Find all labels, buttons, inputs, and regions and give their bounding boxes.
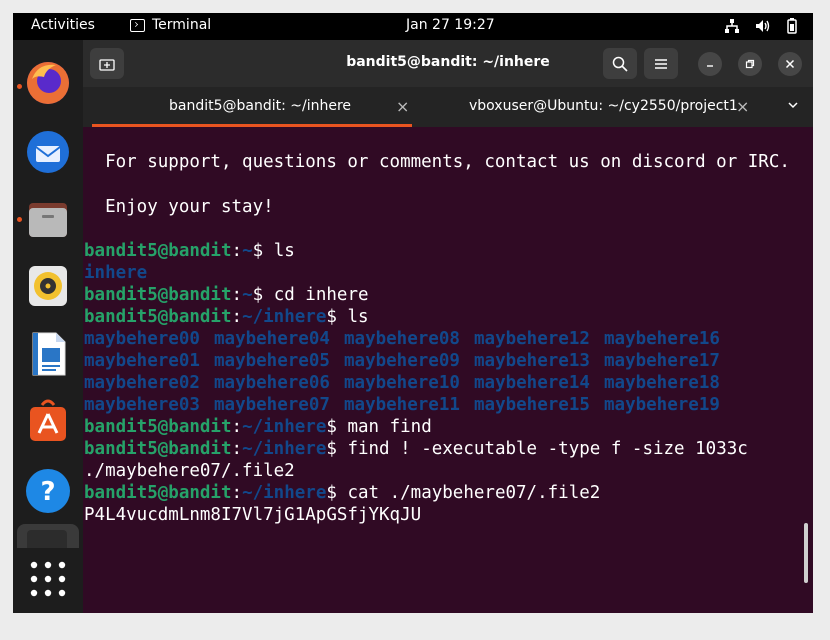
ubuntu-software-icon[interactable] (24, 397, 72, 445)
header-bar[interactable]: bandit5@bandit: ~/inhere (83, 40, 813, 87)
restore-icon (745, 59, 755, 69)
menu-button[interactable] (644, 48, 678, 79)
rhythmbox-icon[interactable] (24, 262, 72, 310)
search-button[interactable] (603, 48, 637, 79)
dock: ? (13, 40, 83, 613)
files-icon[interactable] (24, 195, 72, 243)
thunderbird-icon[interactable] (24, 128, 72, 176)
terminal-dock-icon[interactable] (17, 524, 79, 548)
dir-listing-row: maybehere03 maybehere07 maybehere11 maybehe… (84, 395, 720, 415)
tab-close-icon[interactable]: × (396, 97, 409, 116)
firefox-icon[interactable] (24, 59, 72, 107)
dir-listing-row: maybehere01 maybehere05 maybehere09 maybehe… (84, 351, 720, 371)
system-tray[interactable] (725, 18, 797, 34)
minimize-icon (707, 65, 713, 67)
tab-vboxuser[interactable]: vboxuser@Ubuntu: ~/cy2550/project1 × (421, 87, 761, 127)
svg-text:?: ? (40, 477, 55, 507)
clock[interactable]: Jan 27 19:27 (406, 17, 495, 33)
minimize-button[interactable] (698, 52, 722, 76)
output-line: inhere (84, 263, 148, 283)
volume-icon[interactable] (755, 19, 771, 33)
command-text: cd inhere (273, 285, 369, 305)
network-icon[interactable] (725, 19, 739, 33)
libreoffice-writer-icon[interactable] (24, 330, 72, 378)
terminal-output[interactable]: For support, questions or comments, cont… (83, 127, 813, 613)
tab-label: bandit5@bandit: ~/inhere (169, 98, 352, 114)
terminal-icon (130, 18, 145, 32)
battery-icon[interactable] (787, 18, 797, 34)
running-indicator (17, 84, 22, 89)
dir-listing-row: maybehere00 maybehere04 maybehere08 maybehe… (84, 329, 720, 349)
terminal-window: bandit5@bandit: ~/inhere bandit5@bandit:… (83, 40, 813, 613)
close-button[interactable] (778, 52, 802, 76)
app-menu[interactable]: Terminal (130, 17, 211, 33)
prompt-line: bandit5@bandit:~/inhere$ find ! -executa… (84, 439, 748, 459)
prompt-line: bandit5@bandit:~/inhere$ man find (84, 417, 432, 437)
running-indicator (17, 217, 22, 222)
command-text: find ! -executable -type f -size 1033c (347, 439, 748, 459)
tab-bar: bandit5@bandit: ~/inhere × vboxuser@Ubun… (83, 87, 813, 127)
help-icon[interactable]: ? (24, 467, 72, 515)
tab-bandit5[interactable]: bandit5@bandit: ~/inhere × (83, 87, 421, 127)
maximize-button[interactable] (738, 52, 762, 76)
command-text: man find (347, 417, 432, 437)
activities-button[interactable]: Activities (31, 17, 95, 33)
search-icon (612, 56, 628, 72)
command-text: ls (273, 241, 295, 261)
prompt-line: bandit5@bandit:~$ cd inhere (84, 285, 369, 305)
tab-close-icon[interactable]: × (736, 97, 749, 116)
desktop-screen: Activities Terminal Jan 27 19:27 ? bandi… (13, 13, 813, 613)
terminal-icon (27, 530, 67, 548)
show-apps-icon[interactable] (24, 555, 72, 603)
app-name: Terminal (152, 17, 212, 33)
hamburger-icon (655, 58, 667, 69)
chevron-down-icon[interactable] (787, 99, 799, 111)
prompt-line: bandit5@bandit:~/inhere$ cat ./maybehere… (84, 483, 601, 503)
dir-listing-row: maybehere02 maybehere06 maybehere10 maybehe… (84, 373, 720, 393)
command-text: ls (347, 307, 369, 327)
tab-label: vboxuser@Ubuntu: ~/cy2550/project1 (469, 98, 738, 114)
prompt-line: bandit5@bandit:~/inhere$ ls (84, 307, 369, 327)
prompt-line: bandit5@bandit:~$ ls (84, 241, 295, 261)
motd-line: Enjoy your stay! (84, 197, 274, 217)
motd-line: For support, questions or comments, cont… (84, 152, 790, 172)
output-line: ./maybehere07/.file2 (84, 461, 295, 481)
output-line: P4L4vucdmLnm8I7Vl7jG1ApGSfjYKqJU (84, 505, 422, 525)
close-icon (785, 59, 795, 69)
top-bar: Activities Terminal Jan 27 19:27 (13, 13, 813, 40)
command-text: cat ./maybehere07/.file2 (347, 483, 601, 503)
scrollbar[interactable] (804, 523, 808, 583)
